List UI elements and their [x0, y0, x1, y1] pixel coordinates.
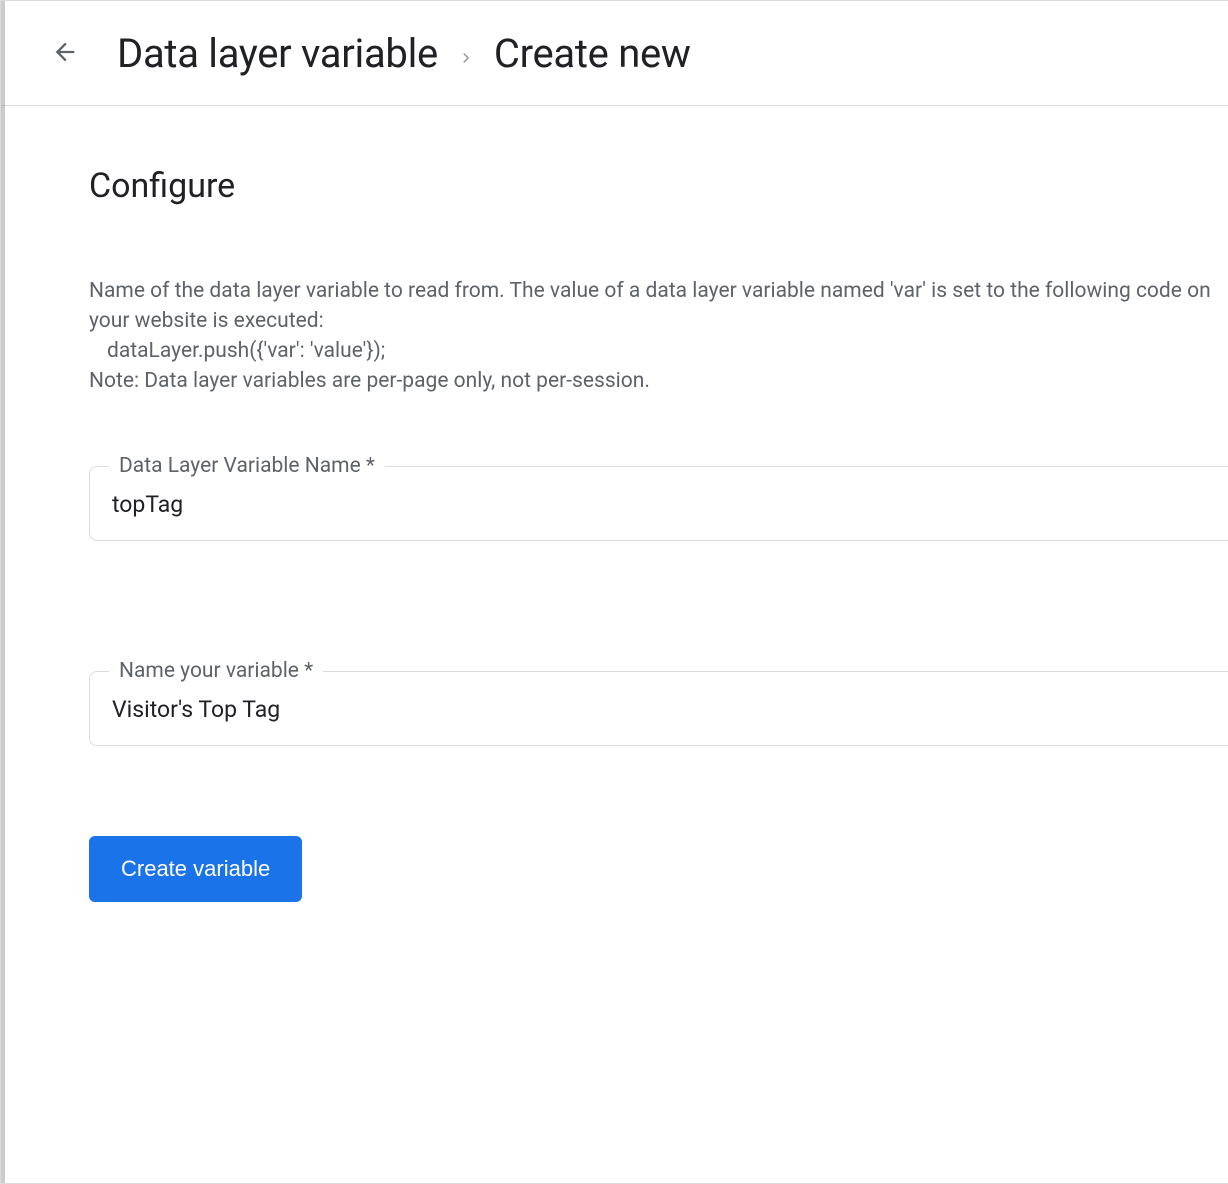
help-text-note: Note: Data layer variables are per-page …: [89, 366, 1228, 396]
chevron-right-icon: [456, 47, 476, 71]
breadcrumb: Data layer variable Create new: [117, 30, 691, 77]
field-label: Name your variable *: [109, 659, 323, 683]
arrow-left-icon: [51, 38, 79, 69]
breadcrumb-item-parent[interactable]: Data layer variable: [117, 30, 438, 77]
button-label: Create variable: [121, 856, 270, 881]
section-title: Configure: [89, 166, 1228, 206]
back-button[interactable]: [41, 29, 89, 77]
help-text-line: Name of the data layer variable to read …: [89, 276, 1228, 336]
breadcrumb-item-current: Create new: [494, 30, 691, 77]
help-text-code: dataLayer.push({'var': 'value'});: [89, 336, 1228, 366]
name-your-variable-field: Name your variable *: [89, 671, 1228, 746]
help-text: Name of the data layer variable to read …: [89, 276, 1228, 396]
field-label: Data Layer Variable Name *: [109, 454, 385, 478]
page-header: Data layer variable Create new: [1, 1, 1228, 106]
configure-section: Configure Name of the data layer variabl…: [1, 106, 1228, 942]
create-variable-button[interactable]: Create variable: [89, 836, 302, 902]
data-layer-variable-name-field: Data Layer Variable Name *: [89, 466, 1228, 541]
window-left-edge: [1, 1, 5, 1183]
